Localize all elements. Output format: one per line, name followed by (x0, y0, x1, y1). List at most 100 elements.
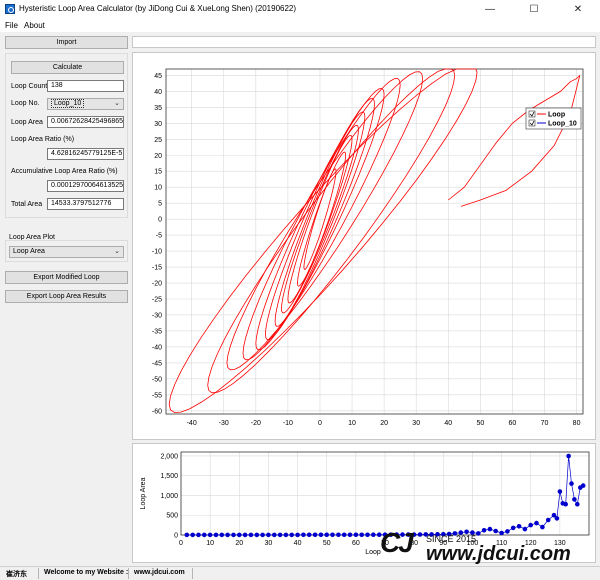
y-tick-label: 2,000 (160, 453, 178, 460)
loop-area-ratio-field[interactable]: 4.62816245779125E-5 (47, 148, 124, 160)
loop-area-point (306, 532, 312, 538)
loop-no-select[interactable]: Loop_10 ⌄ (47, 98, 124, 110)
chevron-down-icon: ⌄ (114, 100, 120, 107)
x-tick-label: 0 (318, 420, 322, 427)
plot-select[interactable]: Loop Area ⌄ (9, 246, 124, 258)
import-button[interactable]: Import (5, 36, 128, 49)
loop-area-point (411, 532, 417, 537)
hysteresis-tail (448, 75, 581, 201)
loop-area-point (260, 532, 265, 538)
loop-area-point (481, 528, 487, 533)
y-tick-label: 0 (174, 533, 178, 540)
loop-area-point (476, 531, 481, 536)
loop-area-point (336, 532, 341, 538)
calculate-button[interactable]: Calculate (11, 61, 124, 74)
y-tick-label: -5 (156, 233, 162, 240)
y-axis-label: Loop Area (140, 477, 147, 509)
y-tick-label: 40 (154, 89, 162, 96)
y-tick-label: 1,500 (160, 473, 178, 480)
menu-file[interactable]: File (5, 21, 18, 30)
status-divider (128, 568, 129, 579)
menu-about[interactable]: About (24, 21, 45, 30)
hysteresis-loop-9 (226, 71, 423, 371)
loop-area-point (575, 501, 580, 507)
website-link[interactable]: www.jdcui.com (134, 569, 185, 576)
y-tick-label: 5 (158, 201, 162, 208)
file-path-bar (132, 36, 596, 48)
loop-area-point (566, 453, 571, 459)
loop-area-point (371, 532, 376, 537)
y-tick-label: -20 (152, 281, 162, 288)
y-tick-label: 1,000 (160, 493, 178, 500)
loop-area-point (365, 532, 370, 538)
loop-area-point (289, 532, 294, 538)
loop-count-field[interactable]: 138 (47, 80, 124, 92)
x-tick-label: 30 (412, 420, 420, 427)
loop-area-point (318, 532, 324, 538)
loop-area-point (277, 532, 283, 538)
loop-area-field[interactable]: 0.00672628425496865 (47, 116, 124, 128)
loop-area-point (510, 525, 516, 531)
loop-area-point (540, 524, 545, 530)
maximize-button[interactable]: ☐ (512, 0, 556, 19)
loop-area-point (190, 532, 195, 538)
hysteresis-chart: -40 -30 -20 -10 0 10 20 30 40 50 60 70 8045403530252… (152, 68, 584, 427)
x-tick-label: 20 (380, 420, 388, 427)
export-loop-area-results-button[interactable]: Export Loop Area Results (5, 290, 128, 303)
x-tick-label: -30 (219, 420, 229, 427)
x-tick-label: 40 (294, 540, 302, 547)
x-tick-label: 0 (179, 540, 183, 547)
x-tick-label: 10 (348, 420, 356, 427)
plot-select-value: Loop Area (13, 248, 45, 255)
loop-area-point (301, 532, 306, 538)
loop-area-point (493, 528, 499, 534)
watermark-url: www.jdcui.com (426, 543, 571, 565)
loop-area-point (572, 497, 577, 502)
acc-ratio-field[interactable]: 0.000129700646135251 (47, 180, 124, 192)
y-tick-label: -50 (152, 376, 162, 383)
total-area-label: Total Area (11, 201, 43, 208)
loop-area-point (202, 532, 207, 538)
x-tick-label: 60 (352, 540, 360, 547)
x-tick-label: -20 (251, 420, 261, 427)
loop-area-point (330, 532, 335, 538)
x-tick-label: 10 (206, 540, 214, 547)
loop-area-point (347, 532, 353, 538)
loop-area-point (580, 483, 586, 488)
loop-area-point (563, 501, 568, 507)
title-bar: Hysteristic Loop Area Calculator (by JiD… (0, 0, 600, 19)
y-tick-label: -40 (152, 344, 162, 351)
legend-entry: Loop_10 (548, 121, 577, 128)
loop-area-point (272, 532, 277, 538)
loop-area-point (341, 532, 347, 538)
y-tick-label: -25 (152, 297, 162, 304)
loop-count-label: Loop Count (11, 83, 48, 90)
loop-area-point (283, 532, 289, 538)
close-button[interactable]: ✕ (556, 0, 600, 19)
y-tick-label: -15 (152, 265, 162, 272)
status-divider (192, 568, 193, 579)
app-icon (5, 4, 15, 14)
export-modified-loop-button[interactable]: Export Modified Loop (5, 271, 128, 284)
loop-no-value: Loop_10 (51, 99, 85, 108)
loop-area-point (534, 520, 539, 526)
loop-area-point (417, 532, 423, 537)
loop-area-point (487, 526, 493, 532)
x-tick-label: 80 (573, 420, 581, 427)
x-tick-label: 60 (509, 420, 517, 427)
acc-ratio-label: Accumulative Loop Area Ratio (%) (11, 168, 118, 175)
status-divider (38, 568, 39, 579)
y-tick-label: 35 (154, 105, 162, 112)
loop-area-point (554, 516, 560, 521)
total-area-field[interactable]: 14533.3797512776 (47, 198, 124, 210)
x-tick-label: 50 (323, 540, 331, 547)
loop-area-point (324, 532, 329, 538)
minimize-button[interactable]: — (468, 0, 512, 19)
website-label: Welcome to my Website : (44, 569, 129, 576)
x-tick-label: 70 (541, 420, 549, 427)
loop-area-point (207, 532, 213, 538)
status-bar: 崔济东 Welcome to my Website : www.jdcui.co… (0, 566, 600, 580)
menu-bar: File About (0, 19, 600, 32)
y-tick-label: 20 (154, 153, 162, 160)
loop-area-point (499, 530, 504, 536)
